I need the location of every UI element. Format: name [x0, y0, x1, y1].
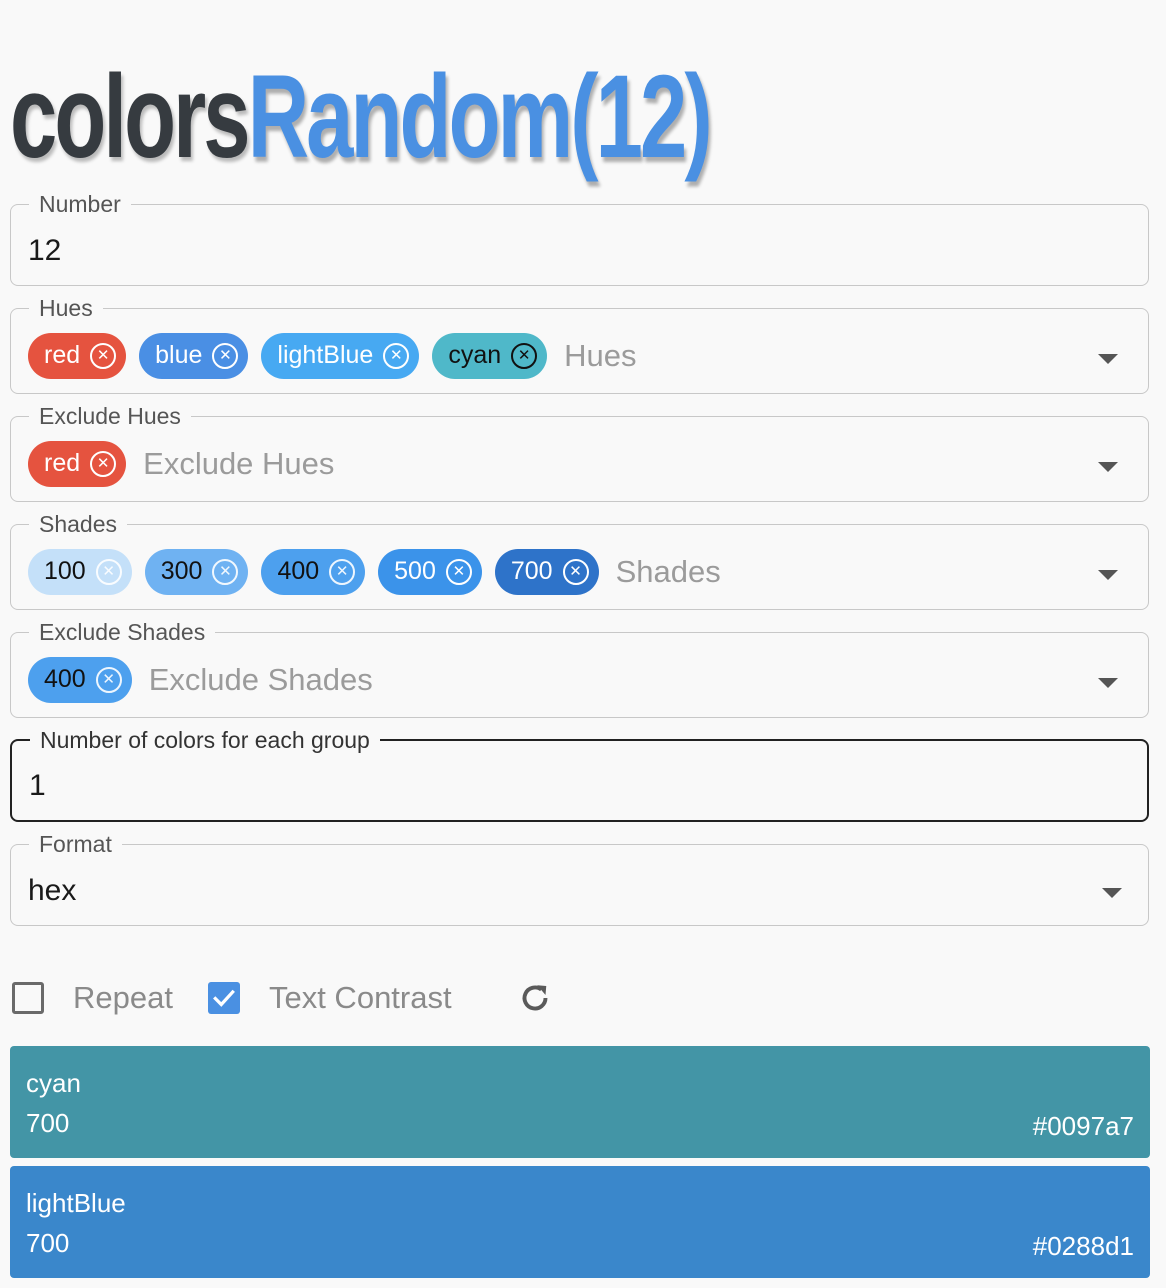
color-card-shade: 700	[26, 1108, 70, 1138]
hues-chip-label: red	[44, 341, 81, 369]
number-value[interactable]: 12	[28, 232, 61, 268]
format-select[interactable]: Format hex	[10, 831, 1149, 926]
exclude-hues-select[interactable]: Exclude Hues red ✕ Exclude Hues	[10, 403, 1149, 502]
remove-chip-icon[interactable]: ✕	[95, 666, 122, 693]
color-card: lightBlue 700 #0288d1	[10, 1166, 1150, 1278]
exclude-shades-chip-label: 400	[44, 665, 86, 693]
exclude-hues-dropdown-arrow-icon[interactable]	[1098, 461, 1118, 472]
shades-chip-300[interactable]: 300 ✕	[144, 548, 249, 595]
remove-chip-icon[interactable]: ✕	[445, 558, 472, 585]
exclude-hues-chip-red[interactable]: red ✕	[28, 440, 127, 487]
format-value[interactable]: hex	[28, 872, 76, 908]
shades-label: Shades	[39, 511, 118, 537]
exclude-hues-chip-list: red ✕	[28, 440, 139, 487]
remove-chip-icon[interactable]: ✕	[90, 450, 117, 477]
exclude-hues-label: Exclude Hues	[39, 403, 181, 429]
title-part-colors: colors	[10, 51, 251, 183]
exclude-hues-chip-label: red	[44, 449, 81, 477]
shades-chip-label: 300	[160, 557, 203, 585]
refresh-icon[interactable]	[517, 980, 553, 1016]
options-row: Repeat Text Contrast	[12, 978, 553, 1018]
hues-dropdown-arrow-icon[interactable]	[1098, 353, 1118, 364]
checkmark-icon	[213, 989, 235, 1007]
shades-select[interactable]: Shades 100 ✕ 300 ✕ 400 ✕ 500 ✕ 700 ✕ Shades	[10, 511, 1149, 610]
exclude-shades-chip-400[interactable]: 400 ✕	[28, 656, 132, 703]
shades-chip-500[interactable]: 500 ✕	[378, 548, 482, 595]
shades-chip-label: 700	[510, 557, 553, 585]
shades-placeholder: Shades	[615, 553, 721, 589]
hues-chip-list: red ✕ blue ✕ lightBlue ✕ cyan ✕	[28, 332, 560, 379]
repeat-checkbox[interactable]	[12, 982, 44, 1014]
hues-chip-blue[interactable]: blue ✕	[139, 332, 249, 379]
remove-chip-icon[interactable]: ✕	[329, 558, 356, 585]
remove-chip-icon[interactable]: ✕	[212, 558, 239, 585]
remove-chip-icon[interactable]: ✕	[383, 342, 410, 369]
hues-chip-lightBlue[interactable]: lightBlue ✕	[261, 332, 420, 379]
group-count-label: Number of colors for each group	[40, 727, 370, 753]
hues-chip-label: lightBlue	[277, 341, 374, 369]
remove-chip-icon[interactable]: ✕	[95, 558, 122, 585]
text-contrast-label[interactable]: Text Contrast	[269, 980, 452, 1016]
shades-chip-label: 400	[277, 557, 320, 585]
color-card-hue: lightBlue	[26, 1188, 126, 1218]
hues-chip-label: cyan	[448, 341, 502, 369]
page-title: colorsRandom(12)	[10, 51, 713, 183]
remove-chip-icon[interactable]: ✕	[562, 558, 589, 585]
hues-select[interactable]: Hues red ✕ blue ✕ lightBlue ✕ cyan ✕ Hues	[10, 295, 1149, 394]
remove-chip-icon[interactable]: ✕	[212, 342, 239, 369]
color-card-hue: cyan	[26, 1068, 81, 1098]
shades-chip-400[interactable]: 400 ✕	[261, 548, 366, 595]
exclude-shades-chip-list: 400 ✕	[28, 656, 145, 703]
format-dropdown-arrow-icon[interactable]	[1102, 887, 1122, 898]
shades-chip-label: 100	[44, 557, 86, 585]
exclude-hues-placeholder: Exclude Hues	[143, 445, 335, 481]
color-card-hex: #0097a7	[1032, 1111, 1134, 1141]
number-label: Number	[39, 191, 121, 217]
title-part-random: Random(12)	[247, 51, 713, 183]
shades-dropdown-arrow-icon[interactable]	[1098, 569, 1118, 580]
shades-chip-label: 500	[394, 557, 436, 585]
hues-chip-cyan[interactable]: cyan ✕	[432, 332, 548, 379]
repeat-label[interactable]: Repeat	[73, 980, 173, 1016]
color-card: cyan 700 #0097a7	[10, 1046, 1150, 1158]
exclude-shades-label: Exclude Shades	[39, 619, 206, 645]
remove-chip-icon[interactable]: ✕	[511, 342, 538, 369]
color-card-shade: 700	[26, 1228, 70, 1258]
remove-chip-icon[interactable]: ✕	[90, 342, 117, 369]
number-field[interactable]: Number 12	[10, 191, 1149, 286]
text-contrast-checkbox[interactable]	[207, 982, 240, 1014]
shades-chip-100[interactable]: 100 ✕	[28, 548, 132, 595]
exclude-shades-select[interactable]: Exclude Shades 400 ✕ Exclude Shades	[10, 619, 1149, 718]
exclude-shades-placeholder: Exclude Shades	[148, 661, 373, 697]
group-count-value[interactable]: 1	[29, 767, 46, 803]
hues-placeholder: Hues	[564, 337, 637, 373]
hues-chip-label: blue	[155, 341, 203, 369]
hues-label: Hues	[39, 295, 93, 321]
shades-chip-list: 100 ✕ 300 ✕ 400 ✕ 500 ✕ 700 ✕	[28, 548, 612, 595]
format-label: Format	[39, 831, 112, 857]
color-card-hex: #0288d1	[1032, 1231, 1134, 1261]
hues-chip-red[interactable]: red ✕	[28, 332, 127, 379]
exclude-shades-dropdown-arrow-icon[interactable]	[1098, 677, 1118, 688]
group-count-field[interactable]: Number of colors for each group 1	[10, 727, 1149, 822]
shades-chip-700[interactable]: 700 ✕	[494, 548, 599, 595]
